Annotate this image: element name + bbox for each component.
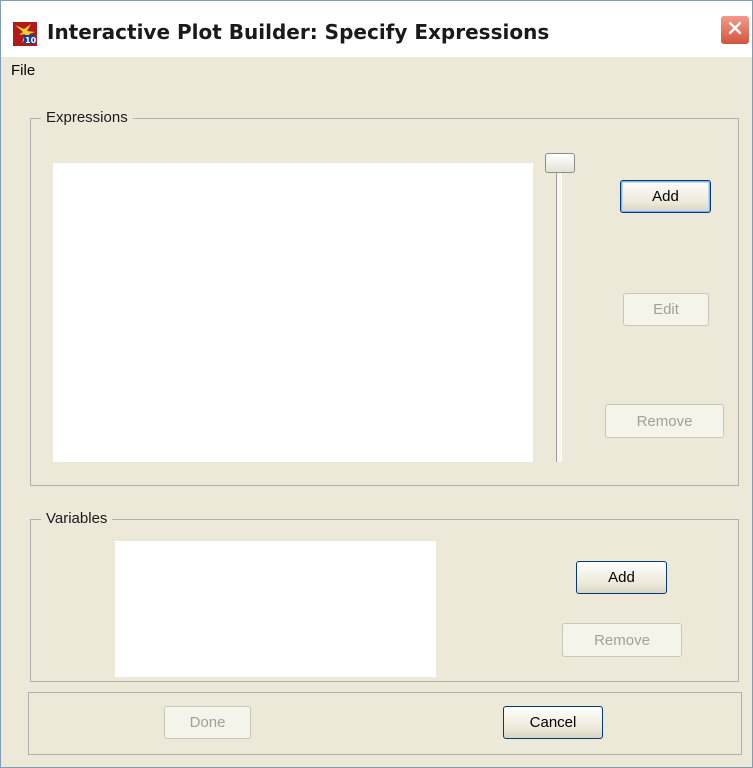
- expressions-slider-thumb[interactable]: [545, 153, 575, 173]
- menu-bar: File: [1, 58, 752, 84]
- cancel-button[interactable]: Cancel: [503, 706, 603, 739]
- close-button[interactable]: [720, 15, 750, 45]
- remove-expression-button[interactable]: Remove: [605, 404, 724, 438]
- done-button[interactable]: Done: [164, 706, 251, 739]
- footer-panel: [28, 692, 742, 755]
- expressions-list[interactable]: [53, 163, 533, 462]
- edit-expression-button[interactable]: Edit: [623, 293, 709, 326]
- expressions-group-label: Expressions: [41, 109, 133, 126]
- variables-group-label: Variables: [41, 510, 113, 527]
- menu-file[interactable]: File: [11, 62, 35, 79]
- svg-text:10: 10: [25, 36, 37, 45]
- expressions-slider-track[interactable]: [556, 164, 562, 462]
- variables-list[interactable]: [115, 541, 436, 677]
- dialog-window: 10 Interactive Plot Builder: Specify Exp…: [0, 0, 753, 768]
- add-variable-button[interactable]: Add: [576, 561, 667, 594]
- title-bar[interactable]: 10 Interactive Plot Builder: Specify Exp…: [1, 1, 752, 57]
- add-expression-button[interactable]: Add: [620, 180, 711, 213]
- remove-variable-button[interactable]: Remove: [562, 623, 682, 657]
- window-title: Interactive Plot Builder: Specify Expres…: [47, 20, 550, 44]
- app-icon: 10: [13, 22, 37, 46]
- close-icon: [727, 20, 743, 41]
